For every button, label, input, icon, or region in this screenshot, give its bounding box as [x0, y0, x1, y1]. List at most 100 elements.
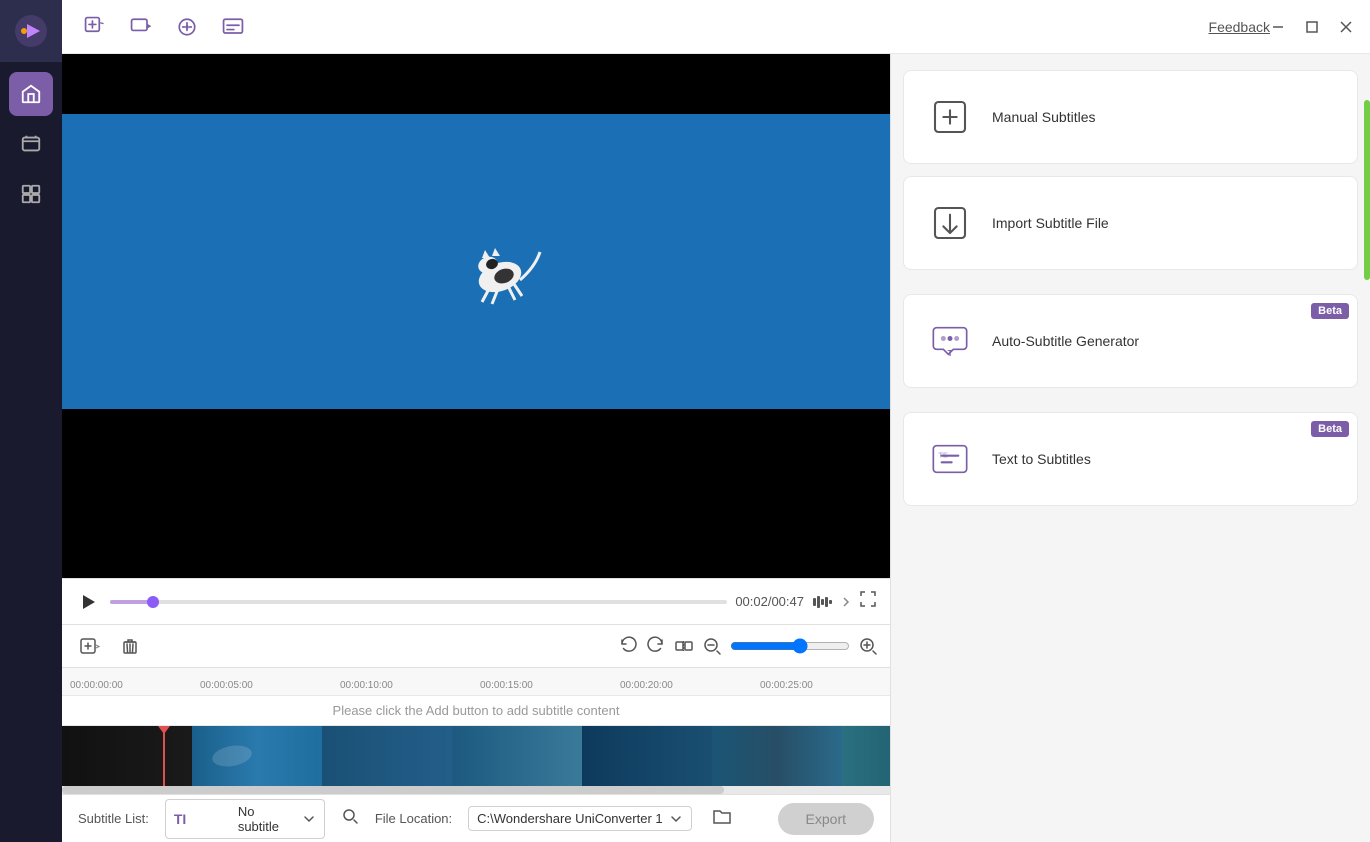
timeline-frames — [62, 726, 890, 786]
subtitle-select-value: No subtitle — [238, 804, 296, 834]
file-path-select[interactable]: C:\Wondershare UniConverter 1 — [468, 806, 691, 831]
close-button[interactable] — [1332, 13, 1360, 41]
fullscreen-button[interactable] — [858, 589, 878, 614]
text-to-subtitles-card[interactable]: Beta TE Text to Subtitles — [903, 412, 1358, 506]
manual-subtitles-content: Manual Subtitles — [992, 109, 1096, 125]
sidebar-item-home[interactable] — [9, 72, 53, 116]
minimize-button[interactable] — [1264, 13, 1292, 41]
right-panel: Manual Subtitles Import Subtitle File — [890, 54, 1370, 842]
svg-text:T: T — [947, 348, 952, 358]
auto-subtitle-icon: T — [924, 315, 976, 367]
export-button[interactable]: Export — [778, 803, 874, 835]
manual-subtitles-label: Manual Subtitles — [992, 109, 1096, 125]
timeline-scrollbar-thumb — [62, 786, 724, 794]
audio-button[interactable] — [812, 594, 850, 610]
video-player — [62, 54, 890, 578]
panel-spacer-1 — [891, 270, 1370, 282]
ruler-mark-4: 00:00:20:00 — [620, 668, 673, 695]
plus-box-icon — [924, 91, 976, 143]
left-sidebar — [0, 0, 62, 842]
add-media-button[interactable] — [78, 10, 112, 44]
ruler-mark-5: 00:00:25:00 — [760, 668, 813, 695]
split-button[interactable] — [674, 636, 694, 656]
add-subtitle-button[interactable] — [74, 630, 106, 662]
time-display: 00:02/00:47 — [735, 594, 804, 609]
file-location-label: File Location: — [375, 811, 452, 826]
top-toolbar: Feedback — [62, 0, 1370, 54]
import-box-icon — [924, 197, 976, 249]
subtitle-list-label: Subtitle List: — [78, 811, 149, 826]
ai-tools-button[interactable] — [170, 10, 204, 44]
timeline-frame — [62, 726, 192, 786]
text-subtitle-icon: TE — [924, 433, 976, 485]
auto-subtitle-beta-badge: Beta — [1311, 303, 1349, 319]
app-logo — [0, 0, 62, 62]
video-controls: 00:02/00:47 — [62, 578, 890, 624]
auto-subtitle-card[interactable]: Beta T Auto-Subtitle Gene — [903, 294, 1358, 388]
ruler-marks: 00:00:00:00 00:00:05:00 00:00:10:00 00:0… — [62, 668, 890, 695]
undo-button[interactable] — [618, 636, 638, 656]
ruler-mark-2: 00:00:10:00 — [340, 668, 393, 695]
timeline-frame — [842, 726, 890, 786]
chevron-down-icon — [302, 812, 316, 826]
text-to-subtitles-beta-badge: Beta — [1311, 421, 1349, 437]
subtitle-select-icon: TI — [174, 811, 232, 827]
chevron-down-icon-path — [669, 812, 683, 826]
subtitle-search-button[interactable] — [341, 807, 359, 830]
text-to-subtitles-content: Text to Subtitles — [992, 451, 1091, 467]
ruler-mark-0: 00:00:00:00 — [70, 668, 123, 695]
timeline-playhead — [163, 726, 165, 786]
bottom-bar: Subtitle List: TI No subtitle — [62, 794, 890, 842]
zoom-in-button[interactable] — [858, 636, 878, 656]
import-subtitle-content: Import Subtitle File — [992, 215, 1109, 231]
timeline-frame — [192, 726, 322, 786]
subtitle-placeholder: Please click the Add button to add subti… — [62, 696, 890, 726]
manual-subtitles-card[interactable]: Manual Subtitles — [903, 70, 1358, 164]
import-subtitle-card[interactable]: Import Subtitle File — [903, 176, 1358, 270]
subtitle-list-select[interactable]: TI No subtitle — [165, 799, 325, 839]
video-letterbox-top — [62, 54, 890, 114]
sidebar-item-media[interactable] — [9, 122, 53, 166]
panel-spacer-2 — [891, 388, 1370, 400]
screen-recorder-button[interactable] — [124, 10, 158, 44]
subtitle-toolbar — [62, 624, 890, 668]
timeline-ruler: 00:00:00:00 00:00:05:00 00:00:10:00 00:0… — [62, 668, 890, 696]
timeline-frame — [452, 726, 582, 786]
right-panel-scrollbar-thumb — [1364, 100, 1370, 280]
ruler-mark-3: 00:00:15:00 — [480, 668, 533, 695]
timeline-frame — [582, 726, 712, 786]
zoom-out-button[interactable] — [702, 636, 722, 656]
video-content — [62, 114, 890, 409]
ruler-mark-1: 00:00:05:00 — [200, 668, 253, 695]
redo-button[interactable] — [646, 636, 666, 656]
video-letterbox-bottom — [62, 409, 890, 479]
timeline-strip[interactable] — [62, 726, 890, 786]
subtitle-tool-button[interactable] — [216, 10, 250, 44]
window-controls — [1264, 13, 1360, 41]
auto-subtitle-label: Auto-Subtitle Generator — [992, 333, 1139, 349]
video-subject — [440, 222, 560, 322]
seek-bar[interactable] — [110, 600, 727, 604]
feedback-button[interactable]: Feedback — [1209, 19, 1270, 35]
file-path-value: C:\Wondershare UniConverter 1 — [477, 811, 662, 826]
import-subtitle-label: Import Subtitle File — [992, 215, 1109, 231]
zoom-slider[interactable] — [730, 638, 850, 654]
zoom-controls — [618, 636, 878, 656]
timeline-frame — [712, 726, 842, 786]
text-to-subtitles-label: Text to Subtitles — [992, 451, 1091, 467]
sidebar-nav — [0, 72, 62, 222]
delete-subtitle-button[interactable] — [114, 630, 146, 662]
svg-text:TE: TE — [938, 450, 948, 459]
video-frame — [62, 54, 890, 578]
maximize-button[interactable] — [1298, 13, 1326, 41]
main-content: Feedback — [62, 0, 1370, 842]
timeline-area: 00:00:00:00 00:00:05:00 00:00:10:00 00:0… — [62, 668, 890, 794]
auto-subtitle-content: Auto-Subtitle Generator — [992, 333, 1139, 349]
seek-thumb — [147, 596, 159, 608]
browse-folder-button[interactable] — [712, 807, 732, 830]
video-editor-area: 00:02/00:47 — [62, 54, 890, 842]
body-area: 00:02/00:47 — [62, 54, 1370, 842]
timeline-scrollbar[interactable] — [62, 786, 890, 794]
play-button[interactable] — [74, 588, 102, 616]
sidebar-item-tools[interactable] — [9, 172, 53, 216]
